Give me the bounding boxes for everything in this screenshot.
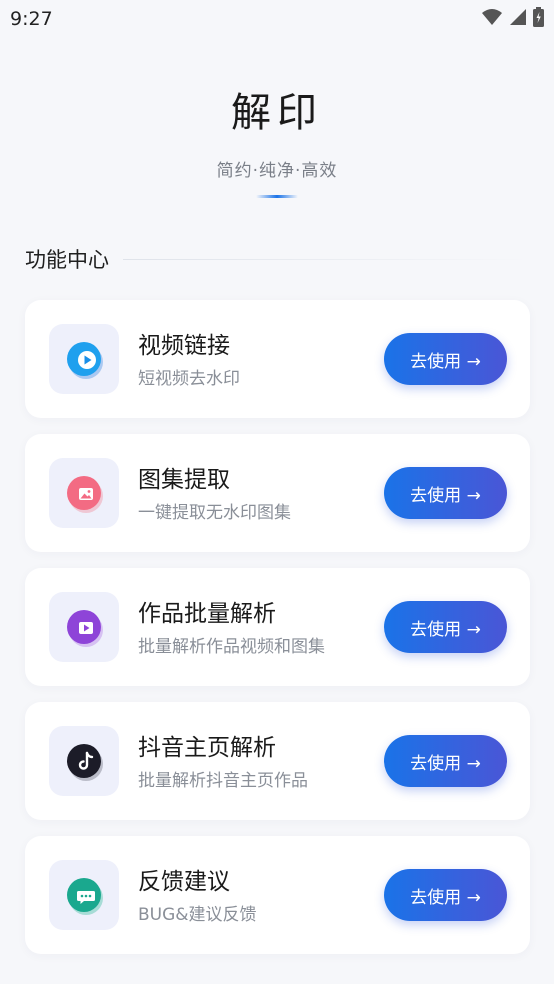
use-button-batch-parse[interactable]: 去使用 → <box>384 601 507 653</box>
battery-icon <box>533 7 544 27</box>
card-title: 视频链接 <box>138 333 230 359</box>
use-button-feedback[interactable]: 去使用 → <box>384 869 507 921</box>
tiktok-icon <box>67 744 103 781</box>
card-subtitle: 批量解析作品视频和图集 <box>138 637 325 657</box>
feature-card-feedback[interactable]: 反馈建议 BUG&建议反馈 去使用 → <box>25 836 530 954</box>
card-icon-box <box>49 458 119 528</box>
app-slogan: 简约·纯净·高效 <box>216 161 338 181</box>
wifi-icon <box>482 9 502 25</box>
use-button-video-link[interactable]: 去使用 → <box>384 333 507 385</box>
card-title: 抖音主页解析 <box>138 735 276 761</box>
status-icons <box>481 7 544 27</box>
section-divider <box>123 258 530 260</box>
card-subtitle: BUG&建议反馈 <box>138 905 257 925</box>
app-title: 解印 <box>231 90 323 136</box>
header: 解印 简约·纯净·高效 <box>0 80 554 198</box>
video-icon <box>67 610 103 647</box>
image-icon <box>67 476 103 513</box>
card-subtitle: 短视频去水印 <box>138 369 240 389</box>
play-icon <box>67 342 103 379</box>
title-underline <box>256 195 298 198</box>
section-header: 功能中心 <box>25 244 530 274</box>
card-icon-box <box>49 860 119 930</box>
card-title: 反馈建议 <box>138 869 230 895</box>
use-button-album-extract[interactable]: 去使用 → <box>384 467 507 519</box>
feature-card-batch-parse[interactable]: 作品批量解析 批量解析作品视频和图集 去使用 → <box>25 568 530 686</box>
card-icon-box <box>49 726 119 796</box>
card-title: 图集提取 <box>138 467 230 493</box>
feature-card-video-link[interactable]: 视频链接 短视频去水印 去使用 → <box>25 300 530 418</box>
feature-card-douyin-profile[interactable]: 抖音主页解析 批量解析抖音主页作品 去使用 → <box>25 702 530 820</box>
card-icon-box <box>49 592 119 662</box>
status-time: 9:27 <box>10 8 53 30</box>
use-button-douyin-profile[interactable]: 去使用 → <box>384 735 507 787</box>
card-subtitle: 一键提取无水印图集 <box>138 503 291 523</box>
card-title: 作品批量解析 <box>138 601 276 627</box>
feature-list: 视频链接 短视频去水印 去使用 → 图集提取 一键提取无水印图集 去使用 → 作… <box>25 300 530 970</box>
card-subtitle: 批量解析抖音主页作品 <box>138 771 308 791</box>
feature-card-album-extract[interactable]: 图集提取 一键提取无水印图集 去使用 → <box>25 434 530 552</box>
card-icon-box <box>49 324 119 394</box>
section-title: 功能中心 <box>25 248 109 272</box>
signal-icon <box>510 9 526 25</box>
chat-icon <box>67 878 103 915</box>
status-bar: 9:27 <box>0 0 554 38</box>
